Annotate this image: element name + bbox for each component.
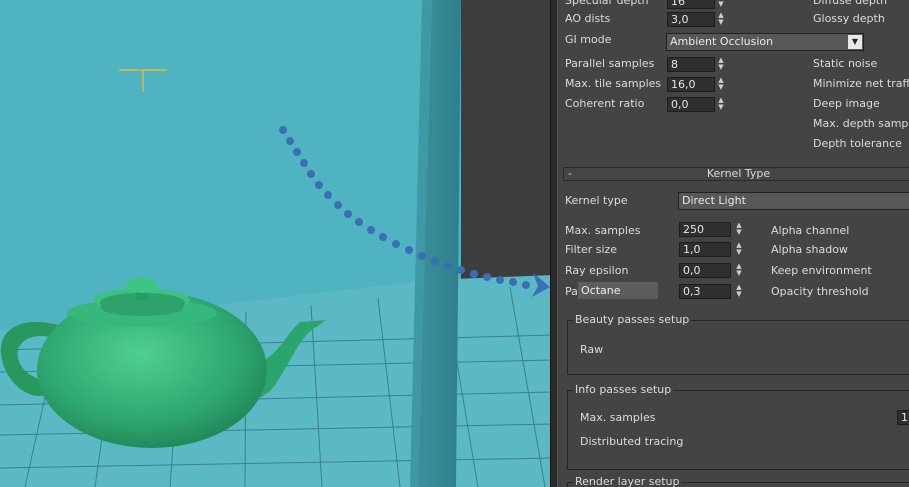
kernel-type-dropdown[interactable]: Direct Light xyxy=(678,192,909,210)
viewport-scene xyxy=(0,0,553,487)
kernel-type-label: Kernel type xyxy=(565,194,628,207)
glossy-depth-label: Glossy depth xyxy=(813,12,885,25)
info-max-samples-field[interactable]: 12 xyxy=(897,410,909,425)
ray-epsilon-label: Ray epsilon xyxy=(565,264,629,277)
render-layer-group: Render layer setup xyxy=(567,475,909,487)
path-threshold-field[interactable]: 0,3 xyxy=(679,284,731,299)
info-max-samples-label: Max. samples xyxy=(580,411,656,424)
gi-mode-label: GI mode xyxy=(565,33,612,46)
raw-pass-item[interactable]: Raw xyxy=(580,343,603,357)
kernel-type-rollout-header[interactable]: - Kernel Type xyxy=(563,167,909,181)
deep-image-label: Deep image xyxy=(813,97,880,110)
ao-dists-spinner[interactable]: ▲ ▼ xyxy=(717,12,725,27)
max-samples-label: Max. samples xyxy=(565,224,641,237)
minimize-net-traffic-label: Minimize net traffic xyxy=(813,77,909,90)
kernel-type-rollout-title: Kernel Type xyxy=(706,167,771,180)
viewport-dark-region xyxy=(461,0,553,300)
filter-size-spinner[interactable]: ▲ ▼ xyxy=(735,242,743,257)
coherent-ratio-field[interactable]: 0,0 xyxy=(667,97,715,112)
parallel-samples-label: Parallel samples xyxy=(565,57,655,70)
filter-size-label: Filter size xyxy=(565,243,618,256)
static-noise-label: Static noise xyxy=(813,57,878,70)
viewport-3d[interactable] xyxy=(0,0,553,487)
render-layer-title: Render layer setup xyxy=(573,475,682,487)
alpha-shadow-label: Alpha shadow xyxy=(771,243,848,256)
panel-divider[interactable] xyxy=(550,0,558,487)
gi-mode-dropdown[interactable]: Ambient Occlusion ▼ xyxy=(666,33,864,51)
ray-epsilon-field[interactable]: 0,0 xyxy=(679,263,731,278)
render-settings-panel: Specular depth 16 ▲▼ Diffuse depth AO di… xyxy=(558,0,909,487)
keep-environment-label: Keep environment xyxy=(771,264,872,277)
alpha-channel-label: Alpha channel xyxy=(771,224,850,237)
parallel-samples-field[interactable]: 8 xyxy=(667,57,715,72)
diffuse-depth-label: Diffuse depth xyxy=(813,0,888,7)
max-samples-field[interactable]: 250 xyxy=(679,222,731,237)
max-depth-samples-label: Max. depth samples xyxy=(813,117,909,130)
coherent-ratio-label: Coherent ratio xyxy=(565,97,645,110)
filter-size-field[interactable]: 1,0 xyxy=(679,242,731,257)
info-passes-title: Info passes setup xyxy=(573,383,674,397)
specular-depth-field[interactable]: 16 xyxy=(667,0,715,9)
specular-depth-spinner[interactable]: ▲▼ xyxy=(717,0,725,9)
ao-dists-field[interactable]: 3,0 xyxy=(667,12,715,27)
ao-dists-label: AO dists xyxy=(565,12,611,25)
max-tile-samples-spinner[interactable]: ▲ ▼ xyxy=(717,77,725,92)
kernel-type-value: Direct Light xyxy=(682,194,746,207)
depth-tolerance-label: Depth tolerance xyxy=(813,137,902,150)
max-samples-spinner[interactable]: ▲ ▼ xyxy=(735,222,743,237)
coherent-ratio-spinner[interactable]: ▲ ▼ xyxy=(717,97,725,112)
beauty-passes-group: Beauty passes setup Raw xyxy=(567,313,909,375)
parallel-samples-spinner[interactable]: ▲ ▼ xyxy=(717,57,725,72)
max-tile-samples-field[interactable]: 16,0 xyxy=(667,77,715,92)
distributed-tracing-label[interactable]: Distributed tracing xyxy=(580,435,683,449)
gi-mode-value: Ambient Occlusion xyxy=(670,35,774,48)
path-threshold-spinner[interactable]: ▲ ▼ xyxy=(735,284,743,299)
rename-edit-box[interactable]: Octane xyxy=(578,282,658,299)
max-tile-samples-label: Max. tile samples xyxy=(565,77,662,90)
info-passes-group: Info passes setup Max. samples 12 Distri… xyxy=(567,383,909,470)
opacity-threshold-label: Opacity threshold xyxy=(771,285,869,298)
dropdown-arrow-icon: ▼ xyxy=(848,35,862,49)
ray-epsilon-spinner[interactable]: ▲ ▼ xyxy=(735,263,743,278)
beauty-passes-title: Beauty passes setup xyxy=(573,313,692,327)
specular-depth-label: Specular depth xyxy=(565,0,649,7)
